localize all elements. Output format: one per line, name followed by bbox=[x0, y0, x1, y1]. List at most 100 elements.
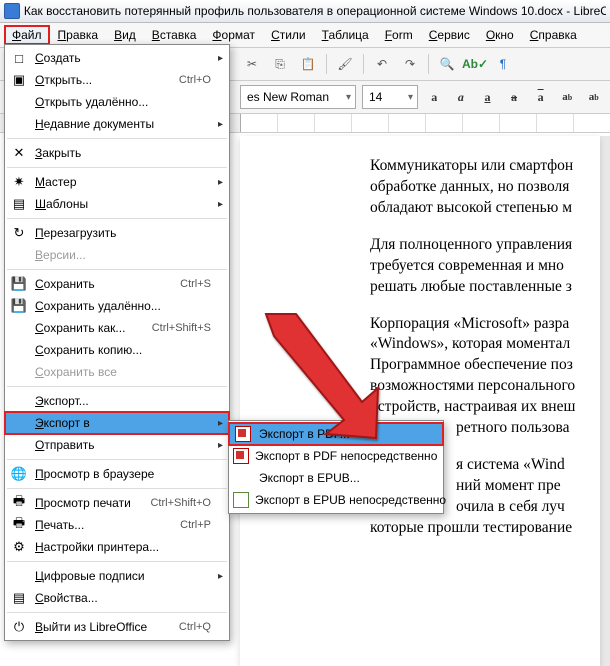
menu-item-label: Создать bbox=[35, 51, 211, 65]
menu-edit[interactable]: Правка bbox=[50, 25, 107, 45]
menu-item-icon bbox=[9, 392, 29, 410]
menu-item-icon: ▤ bbox=[9, 195, 29, 213]
cut-icon[interactable]: ✂ bbox=[240, 52, 264, 76]
submenu-item-экспорт-в-pdf[interactable]: Экспорт в PDF... bbox=[229, 423, 443, 445]
menu-help[interactable]: Справка bbox=[522, 25, 585, 45]
menu-item-icon: ✷ bbox=[9, 173, 29, 191]
superscript-button[interactable]: ab bbox=[557, 87, 578, 107]
menu-item-выйти-из-libreoffice[interactable]: ⏻Выйти из LibreOfficeCtrl+Q bbox=[5, 616, 229, 638]
menu-item-сохранить-как[interactable]: Сохранить как... Ctrl+Shift+S bbox=[5, 317, 229, 339]
menu-window[interactable]: Окно bbox=[478, 25, 522, 45]
menu-item-label: Сохранить как... bbox=[35, 321, 142, 335]
menu-item-icon: ⏻ bbox=[9, 618, 29, 636]
menu-separator bbox=[7, 561, 227, 562]
underline-button[interactable]: a bbox=[477, 87, 498, 107]
menu-item-сохранить[interactable]: 💾 Сохранить Ctrl+S bbox=[5, 273, 229, 295]
submenu-item-экспорт-в-epub[interactable]: Экспорт в EPUB... bbox=[229, 467, 443, 489]
menu-item-icon bbox=[9, 341, 29, 359]
submenu-item-экспорт-в-epub-непосредственно[interactable]: Экспорт в EPUB непосредственно bbox=[229, 489, 443, 511]
menu-insert[interactable]: Вставка bbox=[144, 25, 205, 45]
menu-styles[interactable]: Стили bbox=[263, 25, 314, 45]
font-name-select[interactable]: es New Roman bbox=[240, 85, 356, 109]
font-name-value: es New Roman bbox=[247, 90, 329, 104]
menu-item-label: Версии... bbox=[35, 248, 211, 262]
menu-tools[interactable]: Сервис bbox=[421, 25, 478, 45]
menu-item-просмотр-печати[interactable]: 🖶Просмотр печатиCtrl+Shift+O bbox=[5, 492, 229, 514]
separator bbox=[428, 54, 429, 74]
redo-icon[interactable]: ↷ bbox=[398, 52, 422, 76]
spellcheck-icon[interactable]: Ab✓ bbox=[463, 52, 487, 76]
italic-button[interactable]: a bbox=[451, 87, 472, 107]
menu-file[interactable]: Файл bbox=[4, 25, 50, 45]
bold-button[interactable]: a bbox=[424, 87, 445, 107]
menu-item-label: Открыть... bbox=[35, 73, 169, 87]
submenu-item-label: Экспорт в PDF непосредственно bbox=[255, 449, 437, 463]
menu-item-icon: ⚙ bbox=[9, 538, 29, 556]
undo-icon[interactable]: ↶ bbox=[370, 52, 394, 76]
pdf-icon bbox=[233, 447, 249, 465]
menu-item-label: Просмотр печати bbox=[35, 496, 140, 510]
menu-item-закрыть[interactable]: ✕Закрыть bbox=[5, 142, 229, 164]
menu-separator bbox=[7, 138, 227, 139]
submenu-arrow-icon: ▸ bbox=[218, 119, 223, 130]
document-icon bbox=[4, 3, 20, 19]
file-menu-dropdown: □Создать▸▣Открыть...Ctrl+OОткрыть удалён… bbox=[4, 44, 230, 641]
doc-text: Коммуникаторы или смартфон обработке дан… bbox=[370, 156, 600, 219]
menu-item-открыть-удалённо[interactable]: Открыть удалённо... bbox=[5, 91, 229, 113]
menu-item-shortcut: Ctrl+S bbox=[180, 278, 211, 290]
export-submenu: Экспорт в PDF... Экспорт в PDF непосредст… bbox=[228, 420, 444, 514]
menu-item-экспорт[interactable]: Экспорт... bbox=[5, 390, 229, 412]
menu-item-shortcut: Ctrl+Shift+O bbox=[150, 497, 211, 509]
subscript-button[interactable]: ab bbox=[583, 87, 604, 107]
submenu-item-экспорт-в-pdf-непосредственно[interactable]: Экспорт в PDF непосредственно bbox=[229, 445, 443, 467]
find-icon[interactable]: 🔍 bbox=[435, 52, 459, 76]
menu-item-сохранить-удалённо[interactable]: 💾Сохранить удалённо... bbox=[5, 295, 229, 317]
menu-item-icon bbox=[9, 567, 29, 585]
menu-item-создать[interactable]: □ Создать ▸ bbox=[5, 47, 229, 69]
menu-item-label: Отправить bbox=[35, 438, 211, 452]
menu-item-настройки-принтера[interactable]: ⚙Настройки принтера... bbox=[5, 536, 229, 558]
menu-item-shortcut: Ctrl+O bbox=[179, 74, 211, 86]
menu-item-label: Сохранить bbox=[35, 277, 170, 291]
font-size-select[interactable]: 14 bbox=[362, 85, 418, 109]
paste-icon[interactable]: 📋 bbox=[296, 52, 320, 76]
menu-item-мастер[interactable]: ✷Мастер▸ bbox=[5, 171, 229, 193]
strike-button[interactable]: a bbox=[504, 87, 525, 107]
menu-table[interactable]: Таблица bbox=[314, 25, 377, 45]
menu-item-icon: 🌐 bbox=[9, 465, 29, 483]
menu-item-перезагрузить[interactable]: ↻Перезагрузить bbox=[5, 222, 229, 244]
menu-item-цифровые-подписи[interactable]: Цифровые подписи▸ bbox=[5, 565, 229, 587]
menu-item-label: Закрыть bbox=[35, 146, 211, 160]
formatting-marks-icon[interactable]: ¶ bbox=[491, 52, 515, 76]
menu-item-label: Свойства... bbox=[35, 591, 211, 605]
menu-item-сохранить-копию[interactable]: Сохранить копию... bbox=[5, 339, 229, 361]
menu-item-icon: □ bbox=[9, 49, 29, 67]
menu-item-label: Недавние документы bbox=[35, 117, 211, 131]
menu-item-label: Просмотр в браузере bbox=[35, 467, 211, 481]
document-page[interactable]: Коммуникаторы или смартфон обработке дан… bbox=[240, 136, 600, 666]
menu-item-icon: 🖶 bbox=[9, 516, 29, 534]
menu-item-свойства[interactable]: ▤Свойства... bbox=[5, 587, 229, 609]
menu-item-icon: 💾 bbox=[9, 275, 29, 293]
menu-item-отправить[interactable]: Отправить▸ bbox=[5, 434, 229, 456]
submenu-arrow-icon: ▸ bbox=[218, 53, 223, 64]
menu-separator bbox=[7, 386, 227, 387]
menu-item-label: Цифровые подписи bbox=[35, 569, 211, 583]
menu-view[interactable]: Вид bbox=[106, 25, 144, 45]
menu-item-label: Сохранить все bbox=[35, 365, 211, 379]
menu-item-просмотр-в-браузере[interactable]: 🌐 Просмотр в браузере bbox=[5, 463, 229, 485]
menu-item-шаблоны[interactable]: ▤Шаблоны▸ bbox=[5, 193, 229, 215]
menu-item-shortcut: Ctrl+Shift+S bbox=[152, 322, 211, 334]
menu-item-открыть[interactable]: ▣Открыть...Ctrl+O bbox=[5, 69, 229, 91]
menu-item-label: Экспорт... bbox=[35, 394, 211, 408]
menu-form[interactable]: Form bbox=[377, 25, 421, 45]
menu-item-экспорт-в[interactable]: Экспорт в▸ bbox=[5, 412, 229, 434]
menu-item-версии: Версии... bbox=[5, 244, 229, 266]
copy-icon[interactable]: ⎘ bbox=[268, 52, 292, 76]
clone-format-icon[interactable]: 🖌 bbox=[333, 52, 357, 76]
menu-separator bbox=[7, 167, 227, 168]
menu-format[interactable]: Формат bbox=[204, 25, 263, 45]
menu-item-печать[interactable]: 🖶Печать...Ctrl+P bbox=[5, 514, 229, 536]
menu-item-недавние-документы[interactable]: Недавние документы ▸ bbox=[5, 113, 229, 135]
overline-button[interactable]: a bbox=[530, 87, 551, 107]
